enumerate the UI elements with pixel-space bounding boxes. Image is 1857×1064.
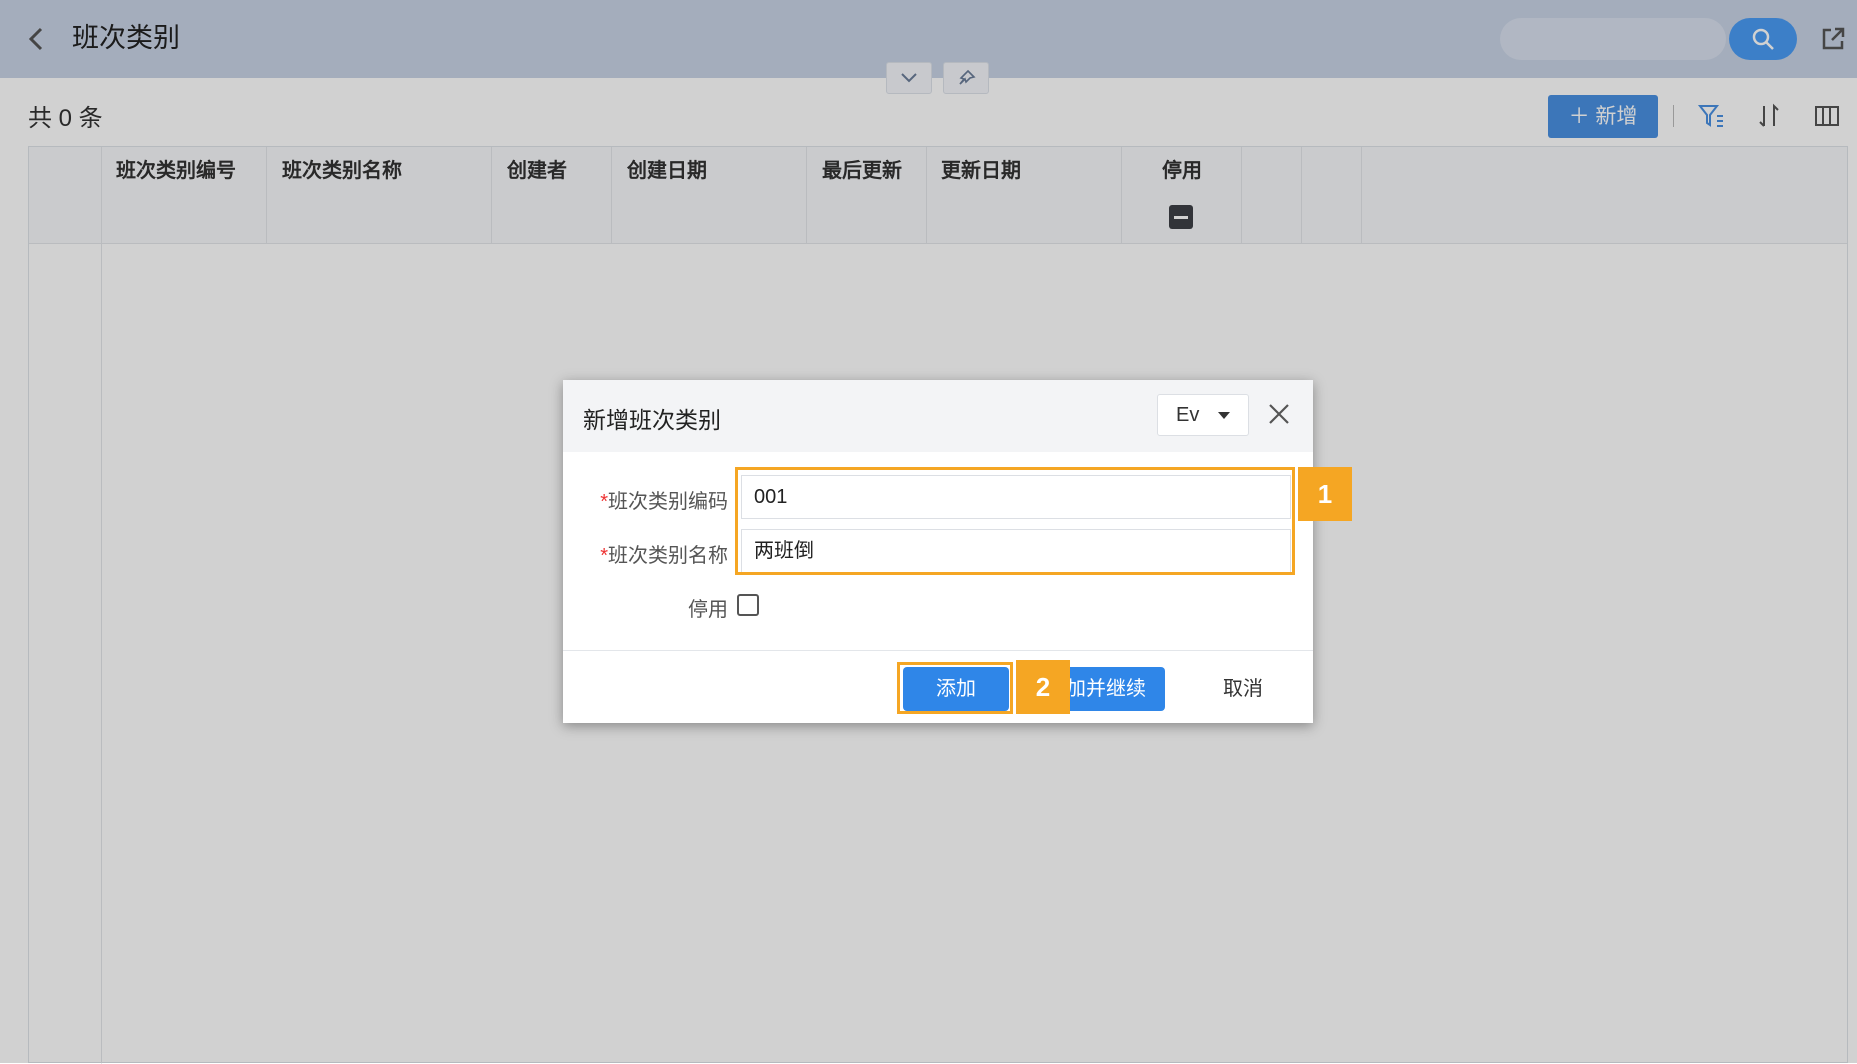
add-button[interactable]: 添加 bbox=[903, 667, 1009, 711]
name-field-label: *班次类别名称 bbox=[583, 539, 728, 568]
name-label-text: 班次类别名称 bbox=[608, 545, 728, 567]
cancel-button[interactable]: 取消 bbox=[1203, 667, 1283, 711]
code-label-text: 班次类别编码 bbox=[608, 491, 728, 513]
dialog-header: 新增班次类别 Ev bbox=[563, 380, 1313, 452]
dialog-title: 新增班次类别 bbox=[583, 407, 721, 433]
caret-down-icon bbox=[1218, 412, 1230, 419]
code-field-label: *班次类别编码 bbox=[583, 485, 728, 514]
step-badge-2: 2 bbox=[1016, 660, 1070, 714]
close-icon[interactable] bbox=[1267, 402, 1291, 426]
disabled-checkbox[interactable] bbox=[737, 594, 759, 616]
step-badge-1: 1 bbox=[1298, 467, 1352, 521]
required-mark: * bbox=[600, 545, 608, 567]
language-value: Ev bbox=[1176, 404, 1200, 426]
language-select[interactable]: Ev bbox=[1157, 394, 1249, 436]
disabled-field-label: 停用 bbox=[688, 599, 728, 621]
highlight-box-fields bbox=[735, 467, 1295, 575]
required-mark: * bbox=[600, 491, 608, 513]
